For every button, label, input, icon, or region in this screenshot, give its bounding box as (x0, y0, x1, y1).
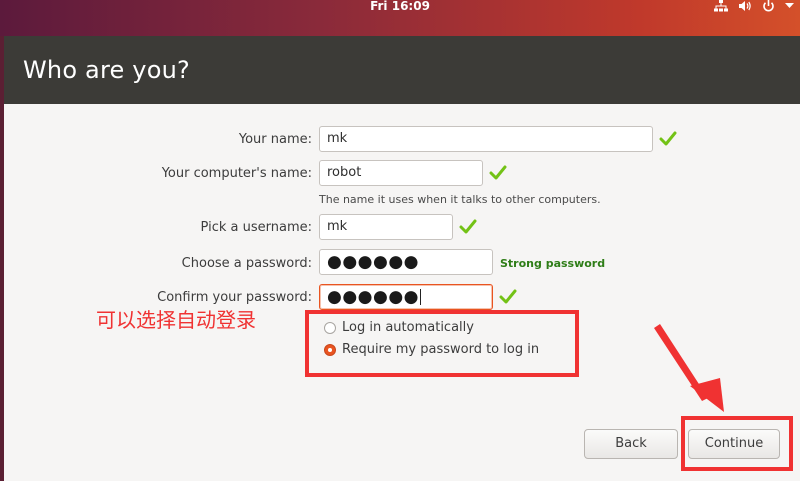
username-field[interactable]: mk (319, 214, 453, 240)
network-icon[interactable] (714, 0, 728, 12)
annotation-box-login-options (305, 310, 579, 377)
computer-name-hint: The name it uses when it talks to other … (319, 193, 601, 206)
computer-name-field[interactable]: robot (319, 160, 483, 186)
top-panel: Fri 16:09 (0, 0, 800, 36)
password-label: Choose a password: (181, 256, 312, 271)
username-valid-check-icon (459, 219, 477, 234)
text-caret (420, 289, 422, 305)
annotation-text: 可以选择自动登录 (96, 308, 256, 332)
password-strength: Strong password (500, 257, 606, 270)
computer-name-valid-check-icon (489, 165, 507, 180)
confirm-password-label: Confirm your password: (157, 290, 312, 305)
clock[interactable]: Fri 16:09 (0, 0, 800, 12)
system-tray[interactable] (714, 0, 794, 12)
name-valid-check-icon (659, 131, 677, 146)
confirm-password-field[interactable]: ●●●●●● (319, 284, 493, 310)
name-field[interactable]: mk (319, 126, 653, 152)
computer-name-label: Your computer's name: (161, 166, 312, 181)
annotation-arrow-icon (654, 324, 724, 412)
power-icon[interactable] (762, 0, 775, 12)
confirm-password-valid-check-icon (499, 289, 517, 304)
confirm-password-value: ●●●●●● (327, 287, 420, 307)
password-field[interactable]: ●●●●●● (319, 249, 493, 275)
volume-icon[interactable] (738, 0, 752, 12)
name-label: Your name: (238, 132, 312, 147)
chevron-down-icon[interactable] (785, 3, 794, 9)
annotation-box-continue (681, 416, 793, 471)
username-label: Pick a username: (200, 220, 312, 235)
back-button[interactable]: Back (584, 429, 678, 459)
